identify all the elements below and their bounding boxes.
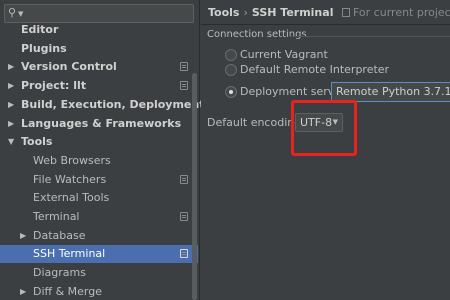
sidebar-item-label: Languages & Frameworks — [21, 116, 182, 130]
sidebar-item-build-execution-deployment[interactable]: ▶ Build, Execution, Deployment — [0, 96, 204, 114]
project-settings-icon — [180, 81, 188, 91]
expand-open-icon[interactable]: ▼ — [8, 133, 14, 151]
sidebar-item-label: Database — [33, 228, 86, 242]
sidebar-item-label: Terminal — [33, 210, 80, 223]
sidebar-item-version-control[interactable]: ▶ Version Control — [0, 58, 198, 76]
radio-label: Default Remote Interpreter — [240, 63, 390, 76]
expand-arrow-icon[interactable]: ▶ — [8, 115, 14, 133]
sidebar-item-languages-frameworks[interactable]: ▶ Languages & Frameworks — [0, 115, 198, 133]
sidebar-item-database[interactable]: ▶ Database — [0, 227, 198, 245]
expand-arrow-icon[interactable]: ▶ — [8, 96, 14, 114]
settings-sidebar: ⚲ ▼ Editor Plugins ▶ Version Control ▶ Projec… — [0, 0, 204, 300]
radio-button-selected[interactable] — [225, 86, 237, 98]
deployment-server-select[interactable]: Remote Python 3.7.1 (sftp:// — [331, 82, 450, 102]
sidebar-item-terminal[interactable]: Terminal — [0, 208, 198, 226]
radio-label: Deployment server — [240, 85, 346, 98]
sidebar-item-plugins[interactable]: Plugins — [0, 40, 198, 58]
sidebar-item-label: Web Browsers — [33, 153, 111, 167]
search-icon: ⚲ — [8, 6, 17, 19]
sidebar-item-label: Plugins — [21, 41, 67, 55]
radio-button[interactable] — [225, 49, 237, 61]
sidebar-item-ssh-terminal[interactable]: SSH Terminal — [0, 245, 198, 264]
sidebar-item-label: SSH Terminal — [33, 247, 106, 261]
search-options-icon[interactable]: ▼ — [18, 10, 23, 18]
section-title-connection: Connection settings — [207, 29, 307, 40]
radio-label: Current Vagrant — [240, 48, 328, 61]
project-settings-icon — [180, 212, 188, 221]
breadcrumb: Tools › SSH Terminal — [208, 6, 333, 19]
sidebar-item-external-tools[interactable]: External Tools — [0, 189, 198, 207]
sidebar-item-label: Diagrams — [33, 266, 86, 280]
sidebar-item-tools[interactable]: ▼ Tools — [0, 133, 198, 151]
sidebar-item-file-watchers[interactable]: File Watchers — [0, 171, 198, 189]
project-settings-icon — [180, 174, 188, 184]
sidebar-item-label: Tools — [21, 135, 53, 149]
radio-button[interactable] — [225, 64, 237, 76]
section-divider — [289, 36, 450, 37]
sidebar-scrollbar[interactable] — [192, 73, 197, 300]
sidebar-item-label: External Tools — [33, 191, 110, 205]
scope-label: For current project — [353, 6, 450, 19]
breadcrumb-parent[interactable]: Tools — [208, 6, 239, 19]
sidebar-item-label: Build, Execution, Deployment — [21, 97, 205, 111]
sidebar-item-label: Diff & Merge — [33, 284, 103, 298]
breadcrumb-current: SSH Terminal — [251, 6, 334, 19]
sidebar-item-diagrams[interactable]: Diagrams — [0, 264, 198, 282]
sidebar-item-diff-merge[interactable]: ▶ Diff & Merge — [0, 283, 198, 300]
sidebar-item-label: File Watchers — [33, 172, 107, 186]
sidebar-item-label: Version Control — [21, 60, 117, 74]
project-settings-icon — [180, 62, 188, 72]
expand-arrow-icon[interactable]: ▶ — [20, 283, 26, 300]
sidebar-item-label: Project: llt — [21, 79, 87, 93]
sidebar-item-label: Editor — [21, 23, 59, 36]
project-settings-icon — [180, 249, 188, 259]
project-scope-icon — [342, 8, 350, 17]
annotation-highlight-box — [291, 100, 357, 156]
sidebar-item-web-browsers[interactable]: Web Browsers — [0, 152, 198, 170]
expand-arrow-icon[interactable]: ▶ — [8, 58, 14, 76]
header-divider — [201, 24, 450, 25]
sidebar-item-project-llt[interactable]: ▶ Project: llt — [0, 77, 198, 95]
scope-indicator: For current project — [342, 6, 450, 19]
expand-arrow-icon[interactable]: ▶ — [8, 77, 14, 95]
sidebar-item-editor[interactable]: Editor — [0, 21, 198, 39]
expand-arrow-icon[interactable]: ▶ — [20, 227, 26, 245]
breadcrumb-separator: › — [243, 6, 248, 19]
settings-content: Tools › SSH Terminal For current project C… — [201, 0, 450, 300]
